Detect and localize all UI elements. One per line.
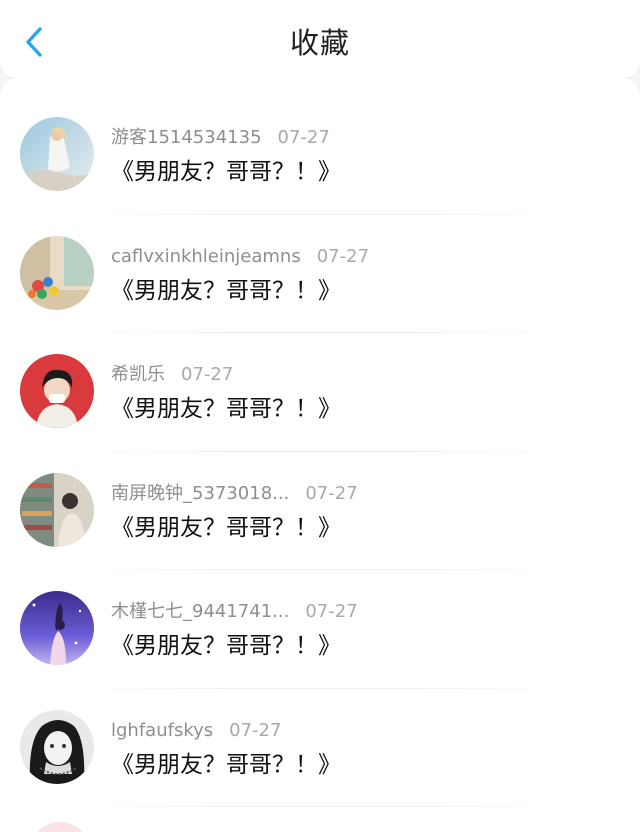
item-meta: caflvxinkhleinjeamns 07-27 <box>111 245 369 269</box>
list-item[interactable]: 木槿七七_9441741... 07-27 《男朋友？哥哥？！》 <box>0 570 640 689</box>
avatar-photo-white-dress <box>20 117 94 191</box>
post-title[interactable]: 《男朋友？哥哥？！》 <box>111 156 341 188</box>
avatar-photo-black-white <box>20 709 94 784</box>
item-meta: 希凯乐 07-27 <box>111 363 233 387</box>
post-title[interactable]: 《男朋友？哥哥？！》 <box>111 512 341 544</box>
username[interactable]: 希凯乐 <box>111 364 165 385</box>
avatar[interactable] <box>20 591 94 665</box>
date: 07-27 <box>181 364 234 385</box>
item-meta: 南屏晚钟_5373018... 07-27 <box>111 482 358 506</box>
post-title[interactable]: 《男朋友？哥哥？！》 <box>111 393 341 425</box>
page-title: 收藏 <box>289 26 350 60</box>
list-item[interactable]: 希凯乐 07-27 《男朋友？哥哥？！》 <box>0 333 640 452</box>
header-bar: 收藏 <box>0 0 640 78</box>
item-meta: 木槿七七_9441741... 07-27 <box>111 600 358 624</box>
date: 07-27 <box>305 482 358 504</box>
username[interactable]: 游客1514534135 <box>111 127 262 148</box>
avatar[interactable] <box>20 117 94 191</box>
avatar-photo-red-background <box>20 354 94 428</box>
avatar[interactable] <box>20 354 94 428</box>
avatar <box>30 822 90 832</box>
favorites-list: 游客1514534135 07-27 《男朋友？哥哥？！》 caflvxinkh… <box>0 96 640 807</box>
favorites-screen: 收藏 游客1514534135 07-27 《男朋友？哥哥？！》 caflvxi… <box>0 0 640 832</box>
username[interactable]: caflvxinkhleinjeamns <box>111 246 301 267</box>
avatar-photo-balloons <box>20 235 94 310</box>
post-title[interactable]: 《男朋友？哥哥？！》 <box>111 749 341 781</box>
divider <box>112 806 530 807</box>
post-title[interactable]: 《男朋友？哥哥？！》 <box>111 275 341 307</box>
avatar-photo-store <box>20 472 94 547</box>
username[interactable]: 南屏晚钟_5373018... <box>111 483 289 504</box>
list-item[interactable]: lghfaufskys 07-27 《男朋友？哥哥？！》 <box>0 689 640 807</box>
avatar[interactable] <box>20 709 94 784</box>
item-meta: lghfaufskys 07-27 <box>111 719 281 743</box>
date: 07-27 <box>277 127 330 148</box>
list-item[interactable]: caflvxinkhleinjeamns 07-27 《男朋友？哥哥？！》 <box>0 215 640 333</box>
date: 07-27 <box>229 719 282 741</box>
list-item[interactable]: 游客1514534135 07-27 《男朋友？哥哥？！》 <box>0 96 640 215</box>
avatar[interactable] <box>20 235 94 310</box>
list-item[interactable]: 南屏晚钟_5373018... 07-27 《男朋友？哥哥？！》 <box>0 452 640 570</box>
favorites-panel: 游客1514534135 07-27 《男朋友？哥哥？！》 caflvxinkh… <box>0 78 640 832</box>
item-meta: 游客1514534135 07-27 <box>111 126 330 150</box>
date: 07-27 <box>316 245 370 267</box>
username[interactable]: lghfaufskys <box>111 720 213 741</box>
username[interactable]: 木槿七七_9441741... <box>111 601 289 622</box>
date: 07-27 <box>305 601 358 622</box>
post-title[interactable]: 《男朋友？哥哥？！》 <box>111 630 341 662</box>
avatar-photo-purple-night <box>20 591 94 665</box>
avatar[interactable] <box>20 472 94 547</box>
